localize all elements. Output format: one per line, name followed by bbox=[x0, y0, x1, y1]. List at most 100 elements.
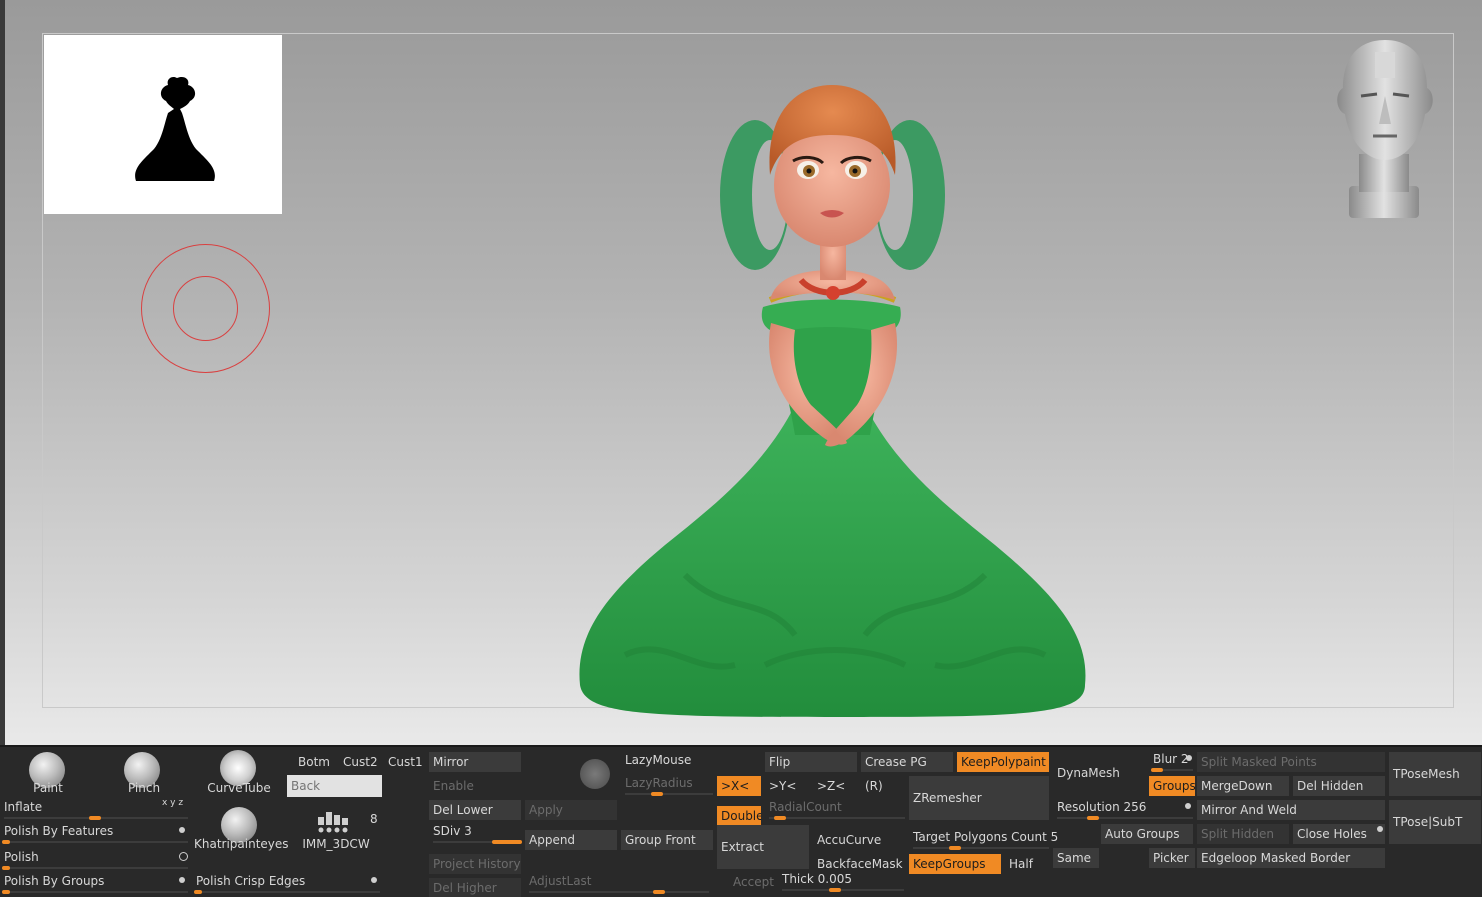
symmetry-z-button[interactable]: >Z< bbox=[813, 776, 857, 796]
same-button[interactable]: Same bbox=[1053, 848, 1099, 868]
zbrush-window: Paint Pinch CurveTube Khatripainteyes 8 … bbox=[0, 0, 1482, 897]
split-hidden-button[interactable]: Split Hidden bbox=[1197, 824, 1289, 844]
polish-by-features-toggle-icon[interactable] bbox=[179, 827, 185, 833]
radial-count-label[interactable]: RadialCount bbox=[769, 800, 842, 814]
mirror-and-weld-button[interactable]: Mirror And Weld bbox=[1197, 800, 1385, 820]
radial-count-slider-knob[interactable] bbox=[774, 816, 786, 820]
resolution-slider[interactable] bbox=[1057, 817, 1193, 819]
curvetube-brush-label: CurveTube bbox=[207, 781, 271, 795]
symmetry-y-button[interactable]: >Y< bbox=[765, 776, 809, 796]
polish-by-features-slider[interactable] bbox=[4, 841, 188, 843]
project-history-button[interactable]: Project History bbox=[429, 854, 521, 874]
thick-slider[interactable] bbox=[782, 889, 904, 891]
radial-symmetry-button[interactable]: (R) bbox=[861, 776, 905, 796]
zremesher-button[interactable]: ZRemesher bbox=[909, 776, 1049, 820]
edgeloop-masked-border-button[interactable]: Edgeloop Masked Border bbox=[1197, 848, 1385, 868]
xyz-axis-icon[interactable]: x y z bbox=[162, 798, 183, 808]
accucurve-button[interactable]: AccuCurve bbox=[813, 830, 905, 850]
merge-down-button[interactable]: MergeDown bbox=[1197, 776, 1289, 796]
picker-button[interactable]: Picker bbox=[1149, 848, 1195, 868]
paint-brush-label: Paint bbox=[33, 781, 63, 795]
adjust-last-label[interactable]: AdjustLast bbox=[529, 874, 592, 888]
polish-slider[interactable] bbox=[4, 867, 188, 869]
polish-crisp-edges-slider-knob[interactable] bbox=[194, 890, 202, 894]
polish-crisp-edges-toggle-icon[interactable] bbox=[371, 877, 377, 883]
lazyradius-slider[interactable] bbox=[625, 793, 713, 795]
inflate-label[interactable]: Inflate bbox=[4, 800, 42, 814]
lazymouse-label[interactable]: LazyMouse bbox=[625, 753, 691, 767]
character-model[interactable] bbox=[565, 75, 1105, 725]
navigation-head-icon[interactable] bbox=[1325, 36, 1445, 222]
del-hidden-button[interactable]: Del Hidden bbox=[1293, 776, 1385, 796]
blur-slider-knob[interactable] bbox=[1151, 768, 1163, 772]
imm-part-count: 8 bbox=[370, 812, 378, 826]
lazyradius-label[interactable]: LazyRadius bbox=[625, 776, 693, 790]
view-cust1-button[interactable]: Cust1 bbox=[384, 752, 426, 772]
view-bottom-button[interactable]: Botm bbox=[294, 752, 334, 772]
sdiv-slider-label[interactable]: SDiv 3 bbox=[433, 824, 472, 838]
del-lower-button[interactable]: Del Lower bbox=[429, 800, 521, 820]
thick-slider-knob[interactable] bbox=[829, 888, 841, 892]
lazyradius-slider-knob[interactable] bbox=[651, 792, 663, 796]
inflate-slider-knob[interactable] bbox=[89, 816, 101, 820]
accept-button[interactable]: Accept bbox=[729, 872, 775, 892]
flip-button[interactable]: Flip bbox=[765, 752, 857, 772]
crease-pg-button[interactable]: Crease PG bbox=[861, 752, 953, 772]
half-button[interactable]: Half bbox=[1005, 854, 1049, 874]
imm-brush-icon[interactable] bbox=[316, 809, 352, 835]
tpose-mesh-button[interactable]: TPoseMesh bbox=[1389, 752, 1481, 796]
split-masked-points-button[interactable]: Split Masked Points bbox=[1197, 752, 1385, 772]
polish-by-groups-toggle-icon[interactable] bbox=[179, 877, 185, 883]
tpose-subt-button[interactable]: TPose|SubT bbox=[1389, 800, 1481, 844]
close-holes-button[interactable]: Close Holes bbox=[1293, 824, 1385, 844]
polish-crisp-edges-label[interactable]: Polish Crisp Edges bbox=[196, 874, 305, 888]
blur-label[interactable]: Blur 2 bbox=[1153, 752, 1189, 766]
view-cust2-button[interactable]: Cust2 bbox=[339, 752, 381, 772]
thick-label[interactable]: Thick 0.005 bbox=[782, 872, 852, 886]
resolution-label[interactable]: Resolution 256 bbox=[1057, 800, 1146, 814]
symmetry-x-button[interactable]: >X< bbox=[717, 776, 761, 796]
target-polygons-slider[interactable] bbox=[913, 847, 1049, 849]
adjust-last-slider[interactable] bbox=[529, 891, 709, 893]
khatripainteyes-brush-label: Khatripainteyes bbox=[194, 837, 289, 851]
dynamesh-button[interactable]: DynaMesh bbox=[1053, 758, 1145, 788]
double-button[interactable]: Double bbox=[717, 806, 761, 826]
polish-by-groups-label[interactable]: Polish By Groups bbox=[4, 874, 104, 888]
imm-brush-label: IMM_3DCW bbox=[302, 837, 370, 851]
polish-label[interactable]: Polish bbox=[4, 850, 39, 864]
blur-toggle-icon[interactable] bbox=[1186, 755, 1192, 761]
polish-toggle-icon[interactable] bbox=[179, 852, 188, 861]
resolution-slider-knob[interactable] bbox=[1087, 816, 1099, 820]
polish-slider-knob[interactable] bbox=[2, 866, 10, 870]
radial-count-slider[interactable] bbox=[769, 817, 905, 819]
groups-button[interactable]: Groups bbox=[1149, 776, 1195, 796]
silhouette-thumbnail[interactable] bbox=[44, 35, 282, 214]
keep-polypaint-button[interactable]: KeepPolypaint bbox=[957, 752, 1049, 772]
append-button[interactable]: Append bbox=[525, 830, 617, 850]
enable-button[interactable]: Enable bbox=[429, 776, 521, 796]
backface-mask-button[interactable]: BackfaceMask bbox=[813, 854, 905, 874]
group-front-button[interactable]: Group Front bbox=[621, 830, 713, 850]
pinch-brush-label: Pinch bbox=[127, 781, 161, 795]
document-viewport[interactable] bbox=[0, 0, 1482, 745]
polish-by-features-slider-knob[interactable] bbox=[2, 840, 10, 844]
target-polygons-label[interactable]: Target Polygons Count 5 bbox=[913, 830, 1058, 844]
lazymouse-icon[interactable] bbox=[580, 759, 610, 789]
adjust-last-slider-knob[interactable] bbox=[653, 890, 665, 894]
auto-groups-button[interactable]: Auto Groups bbox=[1101, 824, 1193, 844]
target-polygons-slider-knob[interactable] bbox=[949, 846, 961, 850]
mirror-button[interactable]: Mirror bbox=[429, 752, 521, 772]
sdiv-slider-knob[interactable] bbox=[492, 840, 522, 844]
polish-crisp-edges-slider[interactable] bbox=[196, 891, 380, 893]
resolution-toggle-icon[interactable] bbox=[1185, 803, 1191, 809]
close-holes-toggle-icon[interactable] bbox=[1377, 826, 1383, 832]
apply-button[interactable]: Apply bbox=[525, 800, 617, 820]
view-back-input[interactable] bbox=[287, 775, 382, 797]
del-higher-button[interactable]: Del Higher bbox=[429, 878, 521, 897]
polish-by-groups-slider-knob[interactable] bbox=[2, 890, 10, 894]
polish-by-groups-slider[interactable] bbox=[4, 891, 188, 893]
extract-button[interactable]: Extract bbox=[717, 825, 809, 869]
keep-groups-button[interactable]: KeepGroups bbox=[909, 854, 1001, 874]
polish-by-features-label[interactable]: Polish By Features bbox=[4, 824, 113, 838]
silhouette-icon bbox=[135, 76, 215, 181]
